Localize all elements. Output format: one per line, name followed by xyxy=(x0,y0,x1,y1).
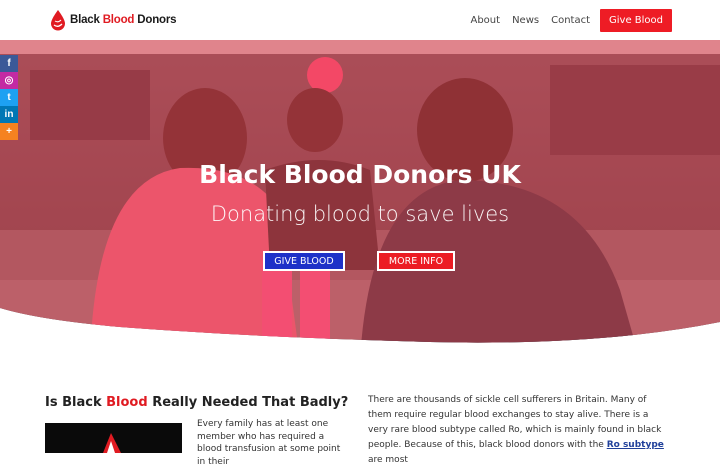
intro-paragraph: Every family has at least one member who… xyxy=(197,419,341,467)
nav-about[interactable]: About xyxy=(470,15,500,26)
main-nav: About News Contact Give Blood xyxy=(458,9,672,32)
sickle-cell-paragraph: There are thousands of sickle cell suffe… xyxy=(368,395,664,465)
ro-subtype-link[interactable]: Ro subtype xyxy=(607,440,664,450)
hero-photo xyxy=(0,40,720,343)
hero-subtitle: Donating blood to save lives xyxy=(210,202,510,226)
more-icon[interactable]: + xyxy=(0,123,18,140)
nav-news[interactable]: News xyxy=(512,15,539,26)
twitter-icon[interactable]: t xyxy=(0,89,18,106)
give-blood-button[interactable]: GIVE BLOOD xyxy=(263,251,345,271)
site-logo[interactable]: Black Blood Donors xyxy=(50,8,177,32)
instagram-icon[interactable]: ◎ xyxy=(0,72,18,89)
give-blood-nav-button[interactable]: Give Blood xyxy=(600,9,672,32)
blood-drop-icon xyxy=(50,9,66,31)
logo-text: Black Blood Donors xyxy=(70,14,177,26)
more-info-button[interactable]: MORE INFO xyxy=(377,251,455,271)
section-heading: Is Black Blood Really Needed That Badly? xyxy=(45,395,349,410)
blood-drop-image xyxy=(45,423,182,453)
hero-banner: Black Blood Donors UK Donating blood to … xyxy=(0,40,720,355)
social-share-bar: f ◎ t in + xyxy=(0,55,18,140)
site-header: Black Blood Donors About News Contact Gi… xyxy=(0,0,720,40)
linkedin-icon[interactable]: in xyxy=(0,106,18,123)
hero-title: Black Blood Donors UK xyxy=(199,160,521,189)
facebook-icon[interactable]: f xyxy=(0,55,18,72)
nav-contact[interactable]: Contact xyxy=(551,15,590,26)
